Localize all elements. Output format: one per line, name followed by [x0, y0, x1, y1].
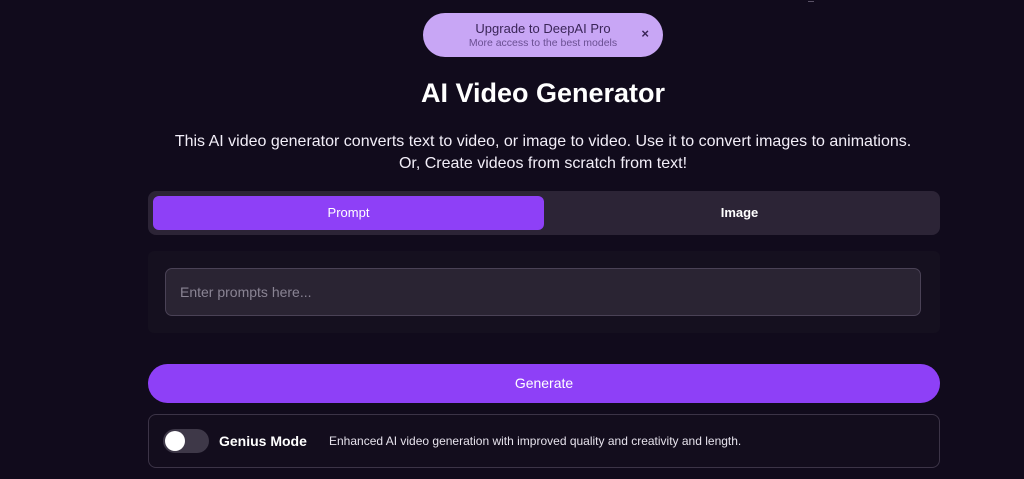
close-icon[interactable]: × [641, 26, 649, 41]
upgrade-banner-subtitle: More access to the best models [468, 37, 618, 49]
upgrade-banner-title: Upgrade to DeepAI Pro [475, 21, 611, 36]
page-title: AI Video Generator [420, 78, 666, 108]
genius-mode-description: Enhanced AI video generation with improv… [329, 434, 742, 448]
upgrade-banner[interactable]: Upgrade to DeepAI Pro More access to the… [423, 13, 663, 57]
page-description: This AI video generator converts text to… [174, 133, 912, 172]
genius-mode-row: Genius Mode Enhanced AI video generation… [148, 414, 940, 468]
prompt-panel [148, 251, 940, 333]
toggle-knob [165, 431, 185, 451]
mode-tab-bar: Prompt Image [148, 191, 940, 235]
tab-prompt[interactable]: Prompt [153, 196, 544, 230]
genius-mode-toggle[interactable] [163, 429, 209, 453]
top-edge-fragment [808, 0, 814, 2]
genius-mode-label: Genius Mode [219, 433, 307, 449]
prompt-input[interactable] [165, 268, 921, 316]
tab-image[interactable]: Image [544, 196, 935, 230]
generate-button[interactable]: Generate [148, 364, 940, 403]
